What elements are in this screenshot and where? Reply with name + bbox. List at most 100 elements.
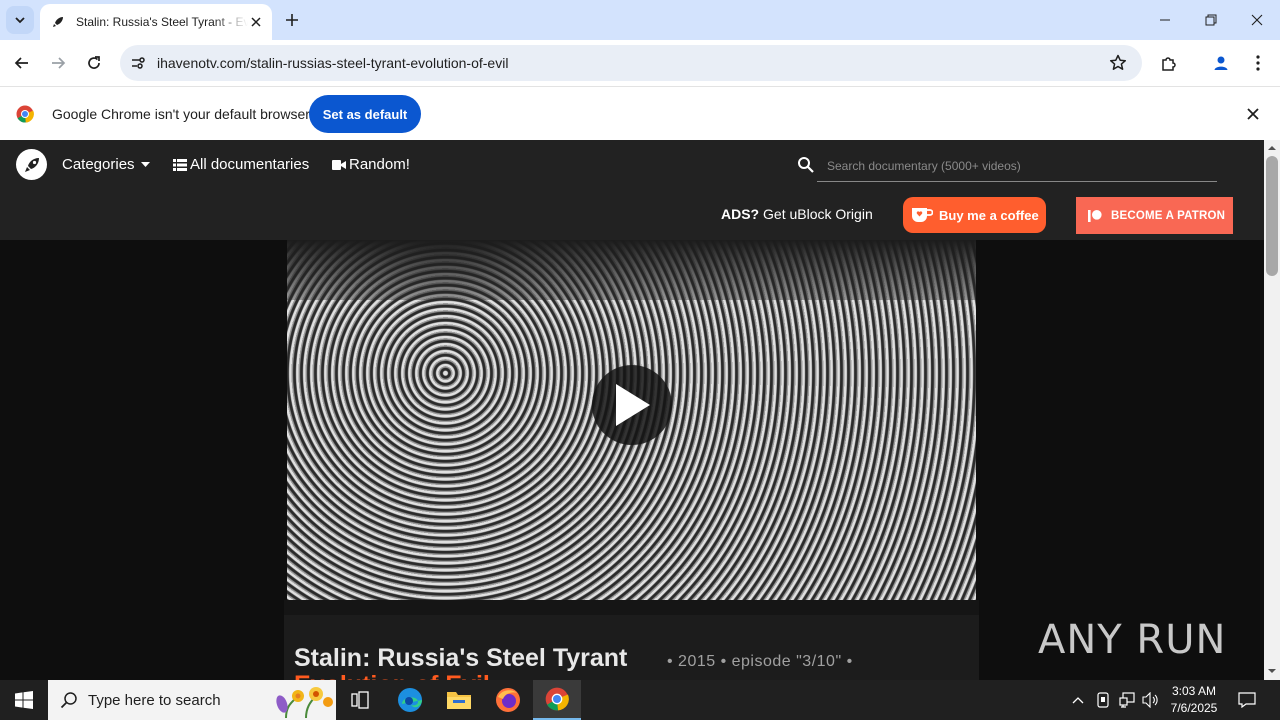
close-window-button[interactable]: [1234, 0, 1280, 40]
anyrun-watermark: ANY RUN: [1038, 608, 1226, 672]
firefox-icon: [496, 688, 520, 712]
plus-icon: [286, 14, 298, 26]
play-button[interactable]: [592, 365, 672, 445]
nav-all-documentaries[interactable]: All documentaries: [173, 156, 309, 173]
chevron-down-icon: [15, 17, 25, 24]
task-view-button[interactable]: [336, 680, 384, 720]
reload-button[interactable]: [82, 51, 106, 75]
taskbar-chrome[interactable]: [533, 680, 581, 720]
site-header: Categories All documentaries Random! ADS…: [0, 140, 1264, 240]
coffee-cup-icon: [912, 208, 933, 222]
documentary-title: Stalin: Russia's Steel Tyrant: [294, 644, 628, 672]
minimize-icon: [1160, 19, 1170, 21]
nav-all-documentaries-label: All documentaries: [190, 156, 310, 173]
url-text[interactable]: ihavenotv.com/stalin-russias-steel-tyran…: [157, 55, 508, 71]
show-hidden-icons-button[interactable]: [1068, 690, 1088, 710]
new-tab-button[interactable]: [282, 10, 302, 30]
restore-button[interactable]: [1188, 0, 1234, 40]
buy-me-a-coffee-button[interactable]: Buy me a coffee: [903, 197, 1046, 233]
minimize-button[interactable]: [1142, 0, 1188, 40]
scrollbar-thumb[interactable]: [1266, 156, 1278, 276]
video-camera-icon: [332, 159, 346, 170]
chevron-up-icon: [1072, 697, 1084, 704]
bookmark-star-icon[interactable]: [1108, 53, 1128, 73]
browser-toolbar: ihavenotv.com/stalin-russias-steel-tyran…: [0, 40, 1280, 86]
browser-tab-active[interactable]: Stalin: Russia's Steel Tyrant - Evolutio…: [40, 4, 272, 40]
tray-device-button[interactable]: [1093, 690, 1113, 710]
nav-categories-label: Categories: [62, 156, 135, 173]
address-bar[interactable]: ihavenotv.com/stalin-russias-steel-tyran…: [120, 45, 1142, 81]
page-scrollbar[interactable]: [1264, 140, 1280, 680]
become-a-patron-label: BECOME A PATRON: [1111, 209, 1226, 222]
taskbar-edge[interactable]: [386, 680, 434, 720]
taskbar-clock[interactable]: 3:03 AM 7/6/2025: [1162, 683, 1226, 717]
notification-icon: [1238, 692, 1256, 708]
play-icon: [616, 384, 650, 426]
forward-button[interactable]: [46, 51, 70, 75]
video-thumbnail-top: [287, 240, 976, 300]
caret-down-icon: [140, 161, 150, 167]
windows-taskbar: Type here to search 3:03 AM 7/6/2025: [0, 680, 1280, 720]
become-a-patron-button[interactable]: BECOME A PATRON: [1076, 197, 1233, 234]
close-icon: [1251, 14, 1263, 26]
arrow-left-icon: [14, 57, 28, 69]
task-view-icon: [351, 691, 369, 709]
close-icon[interactable]: [1244, 105, 1262, 123]
chrome-logo-icon: [16, 105, 34, 123]
documentary-search-input[interactable]: [817, 151, 1217, 182]
buy-me-a-coffee-label: Buy me a coffee: [939, 207, 1039, 223]
nav-random[interactable]: Random!: [332, 156, 410, 173]
folder-icon: [447, 692, 471, 709]
taskbar-search-placeholder: Type here to search: [88, 691, 221, 709]
windows-logo-icon: [15, 691, 33, 709]
patreon-logo-icon: [1088, 209, 1102, 222]
taskbar-firefox[interactable]: [484, 680, 532, 720]
notifications-button[interactable]: [1237, 690, 1257, 710]
infobar-message: Google Chrome isn't your default browser: [52, 106, 310, 122]
edge-browser-icon: [398, 688, 422, 712]
speaker-icon: [1142, 692, 1158, 708]
back-button[interactable]: [10, 51, 34, 75]
tab-strip: Stalin: Russia's Steel Tyrant - Evolutio…: [0, 0, 1280, 40]
watermark-text: ANY RUN: [1038, 617, 1227, 663]
nav-random-label: Random!: [349, 156, 410, 173]
video-bottom-bar: [284, 600, 979, 615]
reload-icon: [88, 56, 100, 69]
profile-button[interactable]: [1209, 51, 1233, 75]
tray-volume-button[interactable]: [1141, 690, 1161, 710]
start-button[interactable]: [0, 680, 48, 720]
set-as-default-button[interactable]: Set as default: [309, 95, 421, 133]
network-icon: [1119, 692, 1135, 708]
documentary-info-panel: Stalin: Russia's Steel Tyrant • 2015 • e…: [284, 615, 979, 699]
tray-network-button[interactable]: [1117, 690, 1137, 710]
search-icon: [60, 692, 77, 709]
kebab-menu-icon: [1256, 55, 1260, 71]
scroll-up-arrow-icon[interactable]: [1264, 141, 1280, 155]
documentary-meta: • 2015 • episode "3/10" •: [667, 653, 853, 670]
extensions-button[interactable]: [1157, 51, 1181, 75]
menu-button[interactable]: [1246, 51, 1270, 75]
flowers-decoration-icon: [276, 687, 333, 718]
tab-search-button[interactable]: [6, 6, 34, 34]
scroll-down-arrow-icon[interactable]: [1264, 664, 1280, 678]
search-icon: [798, 157, 814, 173]
clock-time: 3:03 AM: [1171, 684, 1217, 698]
default-browser-infobar: Google Chrome isn't your default browser…: [0, 86, 1280, 140]
rocket-favicon-icon: [53, 17, 63, 27]
site-logo[interactable]: [16, 149, 47, 180]
ads-notice[interactable]: ADS? Get uBlock Origin: [721, 206, 873, 222]
site-info-icon[interactable]: [128, 53, 148, 73]
ads-notice-text: Get uBlock Origin: [759, 206, 873, 222]
taskbar-file-explorer[interactable]: [435, 680, 483, 720]
profile-avatar-icon: [1214, 56, 1228, 70]
tab-close-icon[interactable]: [248, 14, 264, 30]
restore-icon: [1205, 14, 1217, 26]
nav-categories[interactable]: Categories: [62, 156, 150, 173]
taskbar-search-box[interactable]: Type here to search: [48, 680, 336, 720]
ads-notice-bold: ADS?: [721, 206, 760, 222]
tab-title: Stalin: Russia's Steel Tyrant - Evolutio…: [76, 15, 248, 29]
puzzle-icon: [1162, 57, 1176, 71]
rocket-icon: [24, 157, 39, 172]
arrow-right-icon: [52, 57, 66, 69]
video-player[interactable]: [287, 240, 976, 600]
